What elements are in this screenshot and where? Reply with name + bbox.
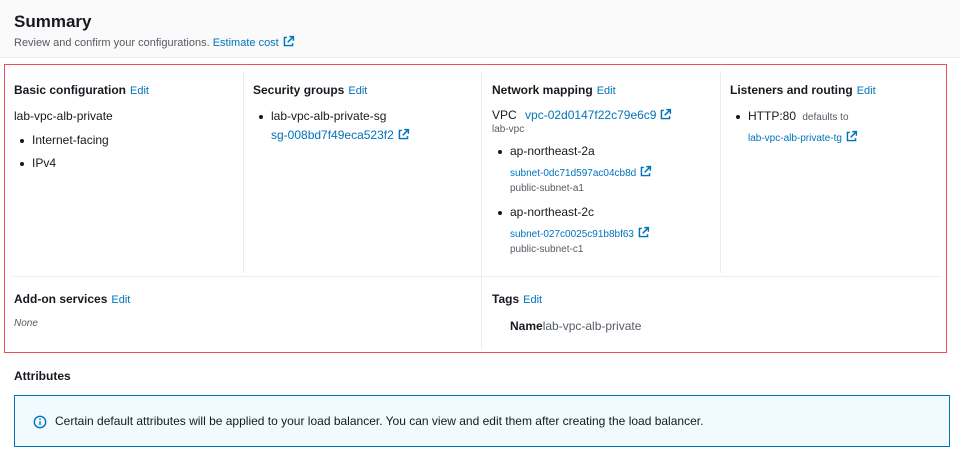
target-group-link[interactable]: lab-vpc-alb-private-tg bbox=[748, 133, 842, 144]
addon-services-edit-link[interactable]: Edit bbox=[111, 294, 130, 306]
column-divider bbox=[481, 71, 482, 349]
network-mapping-edit-link[interactable]: Edit bbox=[597, 85, 616, 97]
security-groups-section: Security groups Edit lab-vpc-alb-private-… bbox=[253, 83, 410, 142]
ip-type-item: IPv4 bbox=[14, 156, 149, 170]
page-title: Summary bbox=[14, 12, 92, 31]
listeners-routing-section: Listeners and routing Edit HTTP:80 defaul… bbox=[730, 83, 876, 146]
external-link-icon bbox=[638, 226, 650, 238]
availability-zone-item: ap-northeast-2a bbox=[492, 144, 672, 158]
tag-row: Namelab-vpc-alb-private bbox=[492, 319, 641, 333]
subnet-name: public-subnet-a1 bbox=[510, 183, 584, 194]
external-link-icon bbox=[846, 130, 858, 142]
basic-configuration-title: Basic configuration bbox=[14, 83, 127, 97]
security-group-name: lab-vpc-alb-private-sg bbox=[253, 109, 410, 123]
info-alert-text: Certain default attributes will be appli… bbox=[55, 414, 704, 428]
defaults-to-text: defaults to bbox=[802, 112, 849, 123]
basic-configuration-edit-link[interactable]: Edit bbox=[130, 85, 149, 97]
external-link-icon bbox=[661, 108, 672, 120]
scheme-item: Internet-facing bbox=[14, 133, 149, 147]
vpc-id-link[interactable]: vpc-02d0147f22c79e6c9 bbox=[525, 108, 656, 122]
attributes-title: Attributes bbox=[14, 369, 71, 383]
vpc-name: lab-vpc bbox=[492, 124, 525, 135]
tag-value: lab-vpc-alb-private bbox=[542, 319, 642, 333]
network-mapping-title: Network mapping bbox=[492, 83, 593, 97]
info-icon bbox=[33, 415, 47, 429]
addon-services-value: None bbox=[14, 318, 38, 329]
estimate-cost-label: Estimate cost bbox=[212, 37, 279, 49]
security-groups-title: Security groups bbox=[253, 83, 345, 97]
addon-services-title: Add-on services bbox=[14, 292, 108, 306]
network-mapping-section: Network mapping Edit VPC vpc-02d0147f22c7… bbox=[492, 83, 672, 255]
load-balancer-name: lab-vpc-alb-private bbox=[14, 109, 113, 123]
summary-panel: Basic configuration Edit lab-vpc-alb-priv… bbox=[4, 64, 947, 353]
tags-title: Tags bbox=[492, 292, 520, 306]
availability-zone-item: ap-northeast-2c bbox=[492, 205, 672, 219]
tags-section: Tags Edit Namelab-vpc-alb-private bbox=[492, 292, 641, 333]
subnet-id-row: subnet-027c0025c91b8bf63 bbox=[492, 224, 672, 242]
security-groups-edit-link[interactable]: Edit bbox=[348, 85, 367, 97]
target-group-row: lab-vpc-alb-private-tg bbox=[730, 128, 876, 146]
row-divider bbox=[13, 276, 941, 277]
summary-header: Summary Review and confirm your configur… bbox=[0, 0, 960, 58]
listener-protocol: HTTP:80 bbox=[748, 109, 797, 123]
tag-key: Name bbox=[510, 319, 543, 333]
external-link-icon bbox=[398, 128, 409, 140]
basic-configuration-section: Basic configuration Edit lab-vpc-alb-priv… bbox=[14, 83, 149, 170]
estimate-cost-link[interactable]: Estimate cost bbox=[212, 35, 295, 49]
listeners-routing-title: Listeners and routing bbox=[730, 83, 853, 97]
subtitle-text: Review and confirm your configurations. bbox=[14, 37, 210, 49]
external-link-icon bbox=[283, 35, 294, 47]
listener-item: HTTP:80 defaults to bbox=[730, 109, 876, 123]
subnet-id-link[interactable]: subnet-027c0025c91b8bf63 bbox=[510, 229, 634, 240]
subnet-id-row: subnet-0dc71d597ac04cb8d bbox=[492, 163, 672, 181]
listeners-routing-edit-link[interactable]: Edit bbox=[857, 85, 876, 97]
vpc-row: VPC vpc-02d0147f22c79e6c9 bbox=[492, 108, 672, 122]
column-divider bbox=[243, 71, 244, 273]
info-alert: Certain default attributes will be appli… bbox=[14, 395, 950, 447]
security-group-id-row: sg-008bd7f49eca523f2 bbox=[253, 128, 410, 142]
tags-edit-link[interactable]: Edit bbox=[523, 294, 542, 306]
page-subtitle: Review and confirm your configurations. … bbox=[14, 35, 295, 49]
vpc-label: VPC bbox=[492, 108, 517, 122]
security-group-id-link[interactable]: sg-008bd7f49eca523f2 bbox=[271, 128, 394, 142]
addon-services-section: Add-on services Edit None bbox=[14, 292, 130, 329]
subnet-id-link[interactable]: subnet-0dc71d597ac04cb8d bbox=[510, 168, 636, 179]
column-divider bbox=[720, 71, 721, 273]
subnet-name: public-subnet-c1 bbox=[510, 244, 584, 255]
external-link-icon bbox=[640, 165, 652, 177]
